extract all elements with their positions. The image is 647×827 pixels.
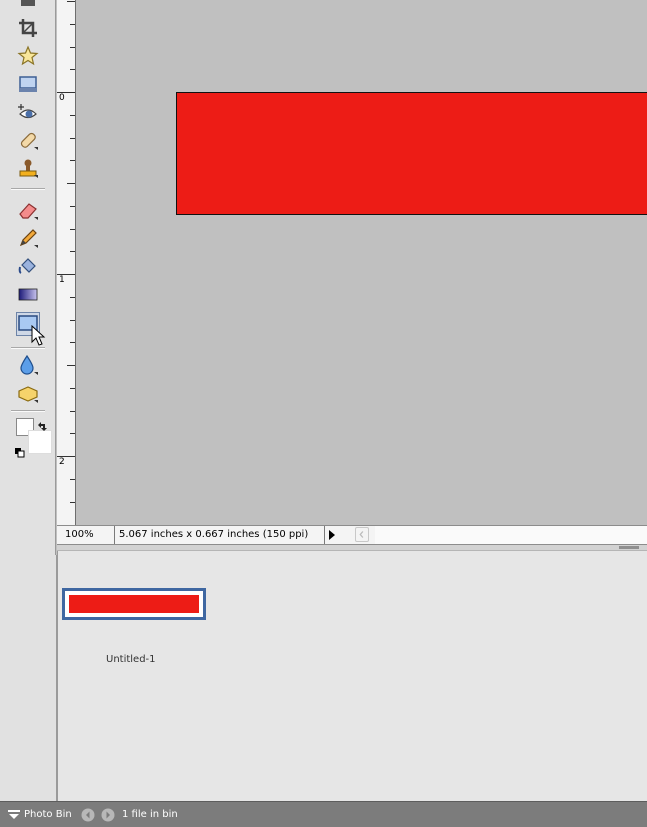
ruler-tick xyxy=(57,456,75,457)
ruler-tick xyxy=(67,1,75,2)
splitter-grip[interactable] xyxy=(619,546,639,549)
status-menu-arrow-icon[interactable] xyxy=(327,529,337,541)
ruler-tick xyxy=(70,433,75,434)
ruler-tick xyxy=(70,69,75,70)
photo-bin-title[interactable]: Photo Bin xyxy=(24,809,72,820)
ruler-label: 2 xyxy=(59,457,65,467)
ruler-tick xyxy=(70,251,75,252)
status-bar: 100% 5.067 inches x 0.667 inches (150 pp… xyxy=(57,525,647,545)
toolbar-separator xyxy=(11,410,45,412)
scroll-left-button[interactable] xyxy=(355,527,369,542)
ruler-tick xyxy=(67,183,75,184)
ruler-tick xyxy=(57,92,75,93)
bin-file-count: 1 file in bin xyxy=(122,809,178,820)
background-color-swatch[interactable] xyxy=(28,430,52,454)
blur-icon[interactable] xyxy=(17,354,39,376)
default-colors-icon[interactable] xyxy=(15,443,25,458)
left-panel-empty xyxy=(0,555,57,801)
spot-healing-brush-icon[interactable] xyxy=(17,129,39,151)
ruler-tick xyxy=(57,274,75,275)
photo-bin-bar: Photo Bin 1 file in bin xyxy=(0,801,647,827)
ruler-tick xyxy=(70,160,75,161)
ruler-tick xyxy=(70,297,75,298)
tools-panel xyxy=(0,0,56,555)
gradient-icon[interactable] xyxy=(17,283,39,305)
red-eye-removal-icon[interactable] xyxy=(17,101,39,123)
cookie-cutter-icon[interactable] xyxy=(17,45,39,67)
ruler-tick xyxy=(70,388,75,389)
toolbar-separator xyxy=(11,188,45,190)
hidden-tool-icon[interactable] xyxy=(17,0,39,8)
crop-icon[interactable] xyxy=(17,17,39,39)
eraser-icon[interactable] xyxy=(17,199,39,221)
document-info: 5.067 inches x 0.667 inches (150 ppi) xyxy=(115,526,325,544)
clone-stamp-icon[interactable] xyxy=(17,157,39,179)
ruler-tick xyxy=(70,320,75,321)
ruler-tick xyxy=(70,47,75,48)
next-image-icon[interactable] xyxy=(101,808,115,822)
ruler-tick xyxy=(67,365,75,366)
ruler-label: 0 xyxy=(59,93,65,103)
horizontal-scrollbar[interactable] xyxy=(375,526,647,544)
straighten-icon[interactable] xyxy=(17,73,39,95)
document-canvas[interactable] xyxy=(76,0,647,525)
ruler-tick xyxy=(70,229,75,230)
toolbar-separator xyxy=(11,347,45,349)
zoom-level[interactable]: 100% xyxy=(57,526,115,544)
ruler-tick xyxy=(70,411,75,412)
ruler-tick xyxy=(70,138,75,139)
ruler-label: 1 xyxy=(59,275,65,285)
swap-colors-icon[interactable] xyxy=(36,418,48,431)
bin-toggle-icon[interactable] xyxy=(8,810,20,820)
cursor-arrow-icon xyxy=(31,324,47,347)
red-rectangle-shape[interactable] xyxy=(176,92,647,215)
thumbnail-image xyxy=(69,595,199,613)
previous-image-icon[interactable] xyxy=(81,808,95,822)
ruler-tick xyxy=(70,502,75,503)
pencil-icon[interactable] xyxy=(17,227,39,249)
vertical-ruler: 0 1 2 xyxy=(57,0,76,525)
ruler-tick xyxy=(70,206,75,207)
ruler-tick xyxy=(70,479,75,480)
thumbnail-label: Untitled-1 xyxy=(106,654,156,665)
ruler-tick xyxy=(70,342,75,343)
sponge-icon[interactable] xyxy=(17,382,39,404)
document-thumbnail[interactable] xyxy=(62,588,206,620)
photo-bin-panel: Untitled-1 xyxy=(57,551,647,801)
ruler-tick xyxy=(70,115,75,116)
ruler-tick xyxy=(70,24,75,25)
paint-bucket-icon[interactable] xyxy=(17,255,39,277)
